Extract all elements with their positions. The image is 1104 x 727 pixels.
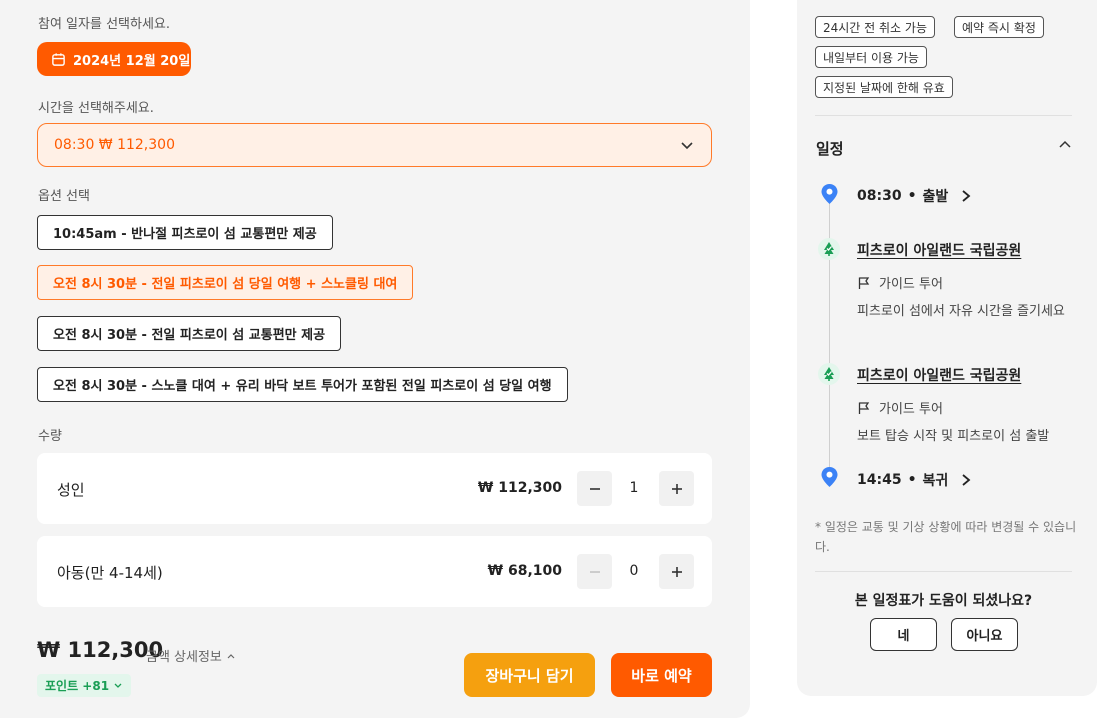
start-label: 출발: [922, 189, 949, 205]
ticket-price: ₩ 68,100: [487, 563, 562, 579]
selected-date: 2024년 12월 20일: [73, 53, 191, 69]
option-button[interactable]: 오전 8시 30분 - 스노클 대여 + 유리 바닥 보트 투어가 포함된 전일…: [37, 367, 568, 402]
date-picker-button[interactable]: 2024년 12월 20일: [37, 42, 191, 76]
stop-type: 가이드 투어: [857, 273, 943, 292]
increase-button[interactable]: [659, 471, 694, 506]
decrease-button[interactable]: [577, 554, 612, 589]
price-detail-label: 금액 상세정보: [146, 650, 222, 665]
plus-icon: [671, 483, 682, 494]
minus-icon: [589, 570, 600, 573]
increase-button[interactable]: [659, 554, 694, 589]
end-time: 14:45: [857, 472, 902, 488]
option-button-selected[interactable]: 오전 8시 30분 - 전일 피츠로이 섬 당일 여행 + 스노클링 대여: [37, 265, 414, 300]
feature-tag: 예약 즉시 확정: [954, 16, 1044, 38]
ticket-price: ₩ 112,300: [477, 480, 562, 496]
quantity-row-adult: 성인 ₩ 112,300 1: [37, 453, 712, 524]
feedback-question: 본 일정표가 도움이 되셨나요?: [854, 593, 1033, 609]
chevron-right-icon: [962, 474, 971, 486]
schedule-place-link[interactable]: 피츠로이 아일랜드 국립공원: [857, 365, 1021, 385]
points-badge[interactable]: 포인트 +81: [37, 674, 132, 697]
divider: [815, 115, 1072, 116]
time-prompt: 시간을 선택해주세요.: [38, 101, 154, 116]
park-icon: [818, 238, 840, 260]
schedule-note: * 일정은 교통 및 기상 상황에 따라 변경될 수 있습니다.: [815, 520, 1077, 554]
chevron-down-icon: [681, 142, 693, 150]
chevron-up-icon: [227, 653, 235, 658]
minus-icon: [589, 487, 600, 490]
feature-tag: 내일부터 이용 가능: [815, 46, 927, 68]
feature-tag: 지정된 날짜에 한해 유효: [815, 76, 953, 98]
date-prompt: 참여 일자를 선택하세요.: [38, 17, 170, 32]
chevron-up-icon[interactable]: [1057, 137, 1073, 153]
park-icon: [818, 363, 840, 385]
quantity-value: 1: [629, 480, 639, 496]
price-detail-link[interactable]: 금액 상세정보: [146, 646, 236, 665]
chevron-down-icon: [114, 683, 122, 688]
chevron-right-icon: [962, 190, 971, 202]
quantity-row-child: 아동(만 4-14세) ₩ 68,100 0: [37, 536, 712, 607]
book-now-button[interactable]: 바로 예약: [611, 653, 712, 697]
selected-time: 08:30 ₩ 112,300: [54, 137, 175, 153]
end-label: 복귀: [922, 473, 949, 489]
location-pin-icon: [821, 467, 838, 487]
schedule-end[interactable]: 14:45 • 복귀: [857, 470, 972, 490]
start-time: 08:30: [857, 188, 902, 204]
separator-dot: •: [907, 472, 917, 488]
total-price: ₩ 112,300: [37, 638, 164, 662]
quantity-prompt: 수량: [38, 429, 62, 444]
option-button[interactable]: 오전 8시 30분 - 전일 피츠로이 섬 교통편만 제공: [37, 316, 342, 351]
points-label: 포인트 +81: [45, 679, 110, 693]
schedule-title: 일정: [816, 140, 844, 158]
time-select[interactable]: 08:30 ₩ 112,300: [37, 123, 712, 167]
stop-type-label: 가이드 투어: [879, 277, 943, 292]
schedule-place-link[interactable]: 피츠로이 아일랜드 국립공원: [857, 240, 1021, 260]
feature-tag: 24시간 전 취소 가능: [815, 16, 935, 38]
stop-type-label: 가이드 투어: [879, 402, 943, 417]
ticket-type-name: 성인: [57, 481, 85, 499]
stop-type: 가이드 투어: [857, 398, 943, 417]
option-prompt: 옵션 선택: [38, 189, 90, 204]
add-to-cart-button[interactable]: 장바구니 담기: [464, 653, 595, 697]
option-button[interactable]: 10:45am - 반나절 피츠로이 섬 교통편만 제공: [37, 215, 333, 250]
stop-description: 보트 탑승 시작 및 피츠로이 섬 출발: [857, 429, 1050, 444]
separator-dot: •: [907, 188, 917, 204]
feedback-yes-button[interactable]: 네: [870, 618, 937, 651]
calendar-icon: [52, 52, 65, 66]
divider: [815, 571, 1072, 572]
feedback-no-button[interactable]: 아니요: [951, 618, 1018, 651]
plus-icon: [671, 566, 682, 577]
schedule-start[interactable]: 08:30 • 출발: [857, 186, 972, 206]
flag-icon: [858, 276, 870, 289]
flag-icon: [858, 401, 870, 414]
quantity-value: 0: [629, 563, 639, 579]
stop-description: 피츠로이 섬에서 자유 시간을 즐기세요: [857, 304, 1065, 319]
decrease-button[interactable]: [577, 471, 612, 506]
ticket-type-name: 아동(만 4-14세): [57, 564, 163, 582]
location-pin-icon: [821, 184, 838, 204]
